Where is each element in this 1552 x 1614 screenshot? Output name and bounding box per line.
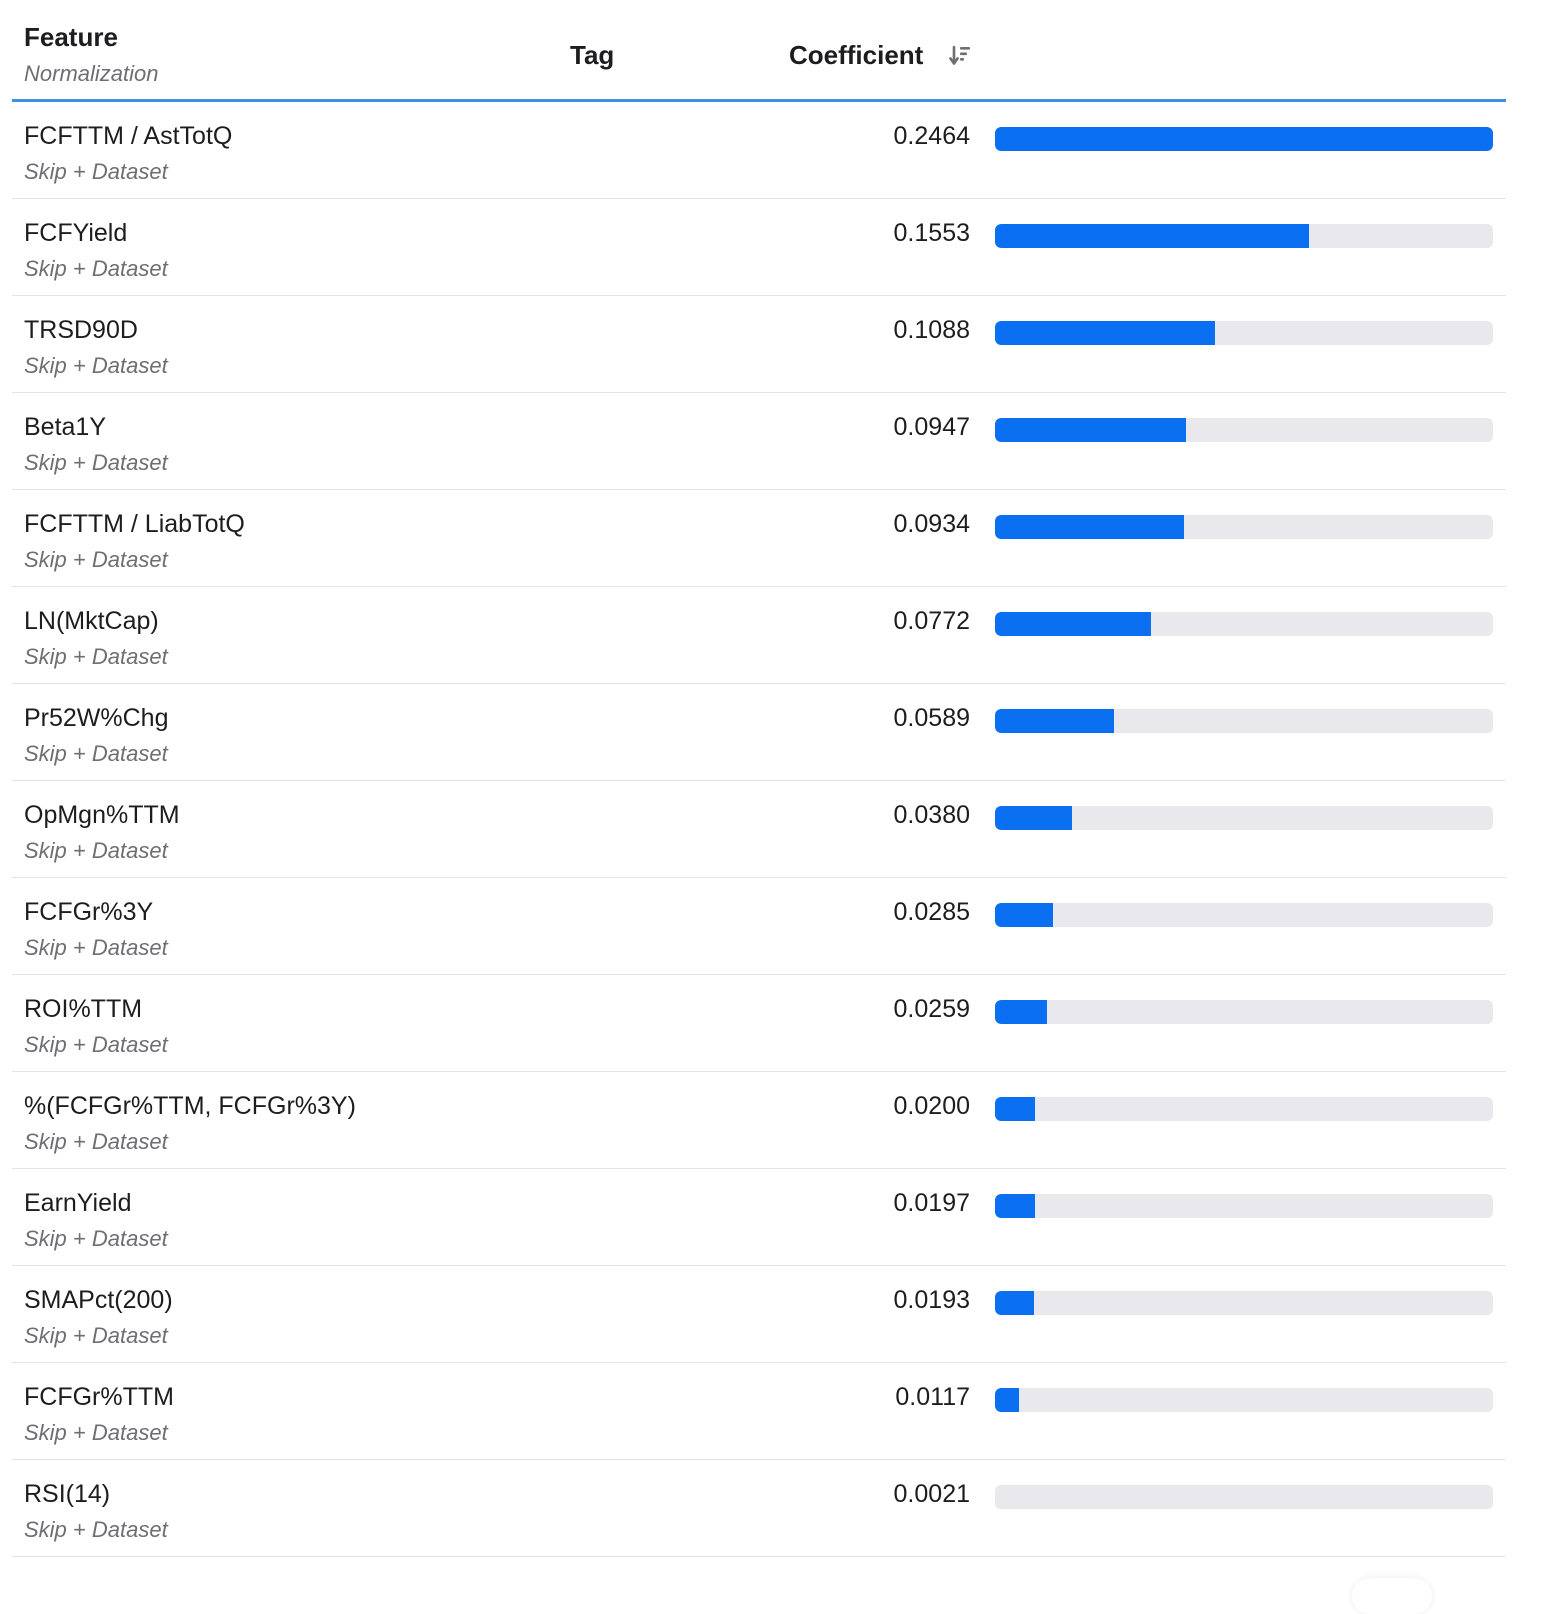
table-body: FCFTTM / AstTotQ Skip + Dataset 0.2464 FCFY… bbox=[12, 102, 1506, 1557]
feature-name: FCFGr%TTM bbox=[24, 1383, 174, 1411]
coefficient-table: Feature Normalization Tag Coefficient FC… bbox=[12, 0, 1506, 1557]
feature-name: FCFTTM / LiabTotQ bbox=[24, 510, 245, 538]
feature-name: EarnYield bbox=[24, 1189, 132, 1217]
table-row[interactable]: Pr52W%Chg Skip + Dataset 0.0589 bbox=[12, 684, 1506, 781]
feature-name: FCFTTM / AstTotQ bbox=[24, 122, 233, 150]
coefficient-bar-track bbox=[995, 515, 1493, 539]
feature-name: Pr52W%Chg bbox=[24, 704, 169, 732]
table-row[interactable]: FCFYield Skip + Dataset 0.1553 bbox=[12, 199, 1506, 296]
normalization-label: Skip + Dataset bbox=[24, 450, 168, 475]
normalization-label: Skip + Dataset bbox=[24, 353, 168, 378]
coefficient-bar-track bbox=[995, 1000, 1493, 1024]
coefficient-column-header[interactable]: Coefficient bbox=[789, 40, 923, 71]
table-row[interactable]: %(FCFGr%TTM, FCFGr%3Y) Skip + Dataset 0.02… bbox=[12, 1072, 1506, 1169]
normalization-label: Skip + Dataset bbox=[24, 838, 168, 863]
coefficient-bar-fill bbox=[995, 321, 1215, 345]
table-row[interactable]: FCFGr%3Y Skip + Dataset 0.0285 bbox=[12, 878, 1506, 975]
coefficient-value: 0.2464 bbox=[893, 122, 970, 150]
coefficient-value: 0.0772 bbox=[893, 607, 970, 635]
feature-name: OpMgn%TTM bbox=[24, 801, 180, 829]
coefficient-bar-track bbox=[995, 709, 1493, 733]
coefficient-bar-track bbox=[995, 321, 1493, 345]
tag-column-header[interactable]: Tag bbox=[570, 40, 614, 71]
normalization-label: Skip + Dataset bbox=[24, 1032, 168, 1057]
table-row[interactable]: SMAPct(200) Skip + Dataset 0.0193 bbox=[12, 1266, 1506, 1363]
coefficient-bar-track bbox=[995, 418, 1493, 442]
coefficient-bar-track bbox=[995, 1291, 1493, 1315]
feature-name: FCFYield bbox=[24, 219, 128, 247]
coefficient-bar-fill bbox=[995, 418, 1187, 442]
coefficient-value: 0.0197 bbox=[893, 1189, 970, 1217]
coefficient-bar-fill bbox=[995, 224, 1309, 248]
table-row[interactable]: OpMgn%TTM Skip + Dataset 0.0380 bbox=[12, 781, 1506, 878]
normalization-label: Skip + Dataset bbox=[24, 935, 168, 960]
table-header: Feature Normalization Tag Coefficient bbox=[12, 0, 1506, 102]
coefficient-bar-fill bbox=[995, 903, 1053, 927]
coefficient-bar-fill bbox=[995, 1097, 1036, 1121]
table-row[interactable]: ROI%TTM Skip + Dataset 0.0259 bbox=[12, 975, 1506, 1072]
normalization-label: Skip + Dataset bbox=[24, 644, 168, 669]
coefficient-bar-fill bbox=[995, 1291, 1034, 1315]
scroll-indicator[interactable] bbox=[1352, 1578, 1432, 1614]
feature-name: FCFGr%3Y bbox=[24, 898, 154, 926]
normalization-label: Skip + Dataset bbox=[24, 741, 168, 766]
coefficient-value: 0.1553 bbox=[893, 219, 970, 247]
coefficient-bar-track bbox=[995, 224, 1493, 248]
sort-descending-icon[interactable] bbox=[948, 44, 972, 68]
coefficient-bar-track bbox=[995, 1485, 1493, 1509]
coefficient-bar-track bbox=[995, 806, 1493, 830]
coefficient-value: 0.0947 bbox=[893, 413, 970, 441]
coefficient-bar-track bbox=[995, 903, 1493, 927]
table-row[interactable]: Beta1Y Skip + Dataset 0.0947 bbox=[12, 393, 1506, 490]
coefficient-bar-fill bbox=[995, 1194, 1035, 1218]
normalization-label: Skip + Dataset bbox=[24, 1226, 168, 1251]
coefficient-bar-track bbox=[995, 1097, 1493, 1121]
coefficient-value: 0.0200 bbox=[893, 1092, 970, 1120]
coefficient-bar-fill bbox=[995, 515, 1184, 539]
table-row[interactable]: FCFGr%TTM Skip + Dataset 0.0117 bbox=[12, 1363, 1506, 1460]
coefficient-value: 0.0589 bbox=[893, 704, 970, 732]
table-row[interactable]: FCFTTM / AstTotQ Skip + Dataset 0.2464 bbox=[12, 102, 1506, 199]
coefficient-value: 0.0285 bbox=[893, 898, 970, 926]
feature-name: Beta1Y bbox=[24, 413, 107, 441]
coefficient-bar-fill bbox=[995, 612, 1152, 636]
coefficient-value: 0.0117 bbox=[895, 1383, 970, 1411]
coefficient-value: 0.1088 bbox=[893, 316, 970, 344]
feature-name: SMAPct(200) bbox=[24, 1286, 173, 1314]
normalization-label: Skip + Dataset bbox=[24, 1129, 168, 1154]
normalization-label: Skip + Dataset bbox=[24, 547, 168, 572]
coefficient-value: 0.0380 bbox=[893, 801, 970, 829]
normalization-label: Skip + Dataset bbox=[24, 1420, 168, 1445]
coefficient-bar-track bbox=[995, 612, 1493, 636]
normalization-label: Skip + Dataset bbox=[24, 1517, 168, 1542]
coefficient-bar-fill bbox=[995, 806, 1072, 830]
feature-name: RSI(14) bbox=[24, 1480, 111, 1508]
normalization-label: Skip + Dataset bbox=[24, 1323, 168, 1348]
table-row[interactable]: EarnYield Skip + Dataset 0.0197 bbox=[12, 1169, 1506, 1266]
coefficient-value: 0.0934 bbox=[893, 510, 970, 538]
coefficient-bar-fill bbox=[995, 1000, 1048, 1024]
coefficient-value: 0.0021 bbox=[893, 1480, 970, 1508]
coefficient-bar-track bbox=[995, 127, 1493, 151]
coefficient-value: 0.0259 bbox=[893, 995, 970, 1023]
normalization-label: Skip + Dataset bbox=[24, 256, 168, 281]
table-row[interactable]: FCFTTM / LiabTotQ Skip + Dataset 0.0934 bbox=[12, 490, 1506, 587]
table-row[interactable]: RSI(14) Skip + Dataset 0.0021 bbox=[12, 1460, 1506, 1557]
feature-name: %(FCFGr%TTM, FCFGr%3Y) bbox=[24, 1092, 356, 1120]
coefficient-bar-fill bbox=[995, 127, 1493, 151]
coefficient-bar-fill bbox=[995, 1388, 1019, 1412]
coefficient-value: 0.0193 bbox=[893, 1286, 970, 1314]
feature-name: ROI%TTM bbox=[24, 995, 143, 1023]
feature-name: LN(MktCap) bbox=[24, 607, 159, 635]
coefficient-bar-fill bbox=[995, 709, 1115, 733]
normalization-subheader: Normalization bbox=[24, 61, 159, 86]
feature-column-header[interactable]: Feature bbox=[24, 22, 118, 53]
coefficient-bar-track bbox=[995, 1194, 1493, 1218]
table-row[interactable]: TRSD90D Skip + Dataset 0.1088 bbox=[12, 296, 1506, 393]
coefficient-bar-track bbox=[995, 1388, 1493, 1412]
feature-name: TRSD90D bbox=[24, 316, 138, 344]
normalization-label: Skip + Dataset bbox=[24, 159, 168, 184]
table-row[interactable]: LN(MktCap) Skip + Dataset 0.0772 bbox=[12, 587, 1506, 684]
